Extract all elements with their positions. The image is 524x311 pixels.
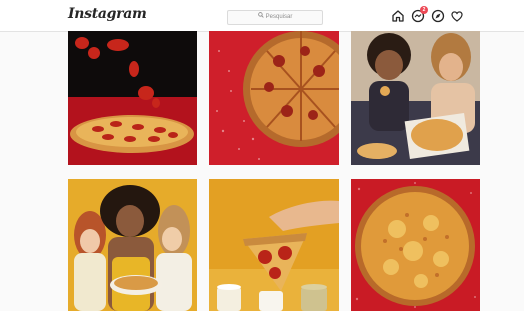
post-thumbnail[interactable] <box>209 179 339 311</box>
cheese-pizza-image <box>351 179 480 311</box>
pizza-closeup-image <box>209 31 339 165</box>
post-thumbnail[interactable] <box>351 31 480 165</box>
post-thumbnail[interactable] <box>351 179 480 311</box>
post-thumbnail[interactable] <box>209 31 339 165</box>
explore-icon[interactable] <box>431 9 445 23</box>
home-icon[interactable] <box>391 9 405 23</box>
activity-heart-icon[interactable] <box>450 9 464 23</box>
instagram-logo[interactable]: Instagram <box>68 6 147 22</box>
notification-badge: 2 <box>420 6 428 14</box>
women-sharing-pizza-image <box>68 179 197 311</box>
women-eating-pizza-image <box>351 31 480 165</box>
hand-pizza-slice-image <box>209 179 339 311</box>
pepperoni-pizza-image <box>68 31 197 165</box>
search-placeholder: Pesquisar <box>265 14 293 20</box>
post-thumbnail[interactable] <box>68 31 197 165</box>
search-icon <box>257 11 264 24</box>
post-thumbnail[interactable] <box>68 179 197 311</box>
direct-message-icon[interactable]: 2 <box>411 6 428 23</box>
search-input[interactable]: Pesquisar <box>227 10 323 25</box>
top-navigation-bar: Instagram Pesquisar 2 <box>0 0 524 32</box>
